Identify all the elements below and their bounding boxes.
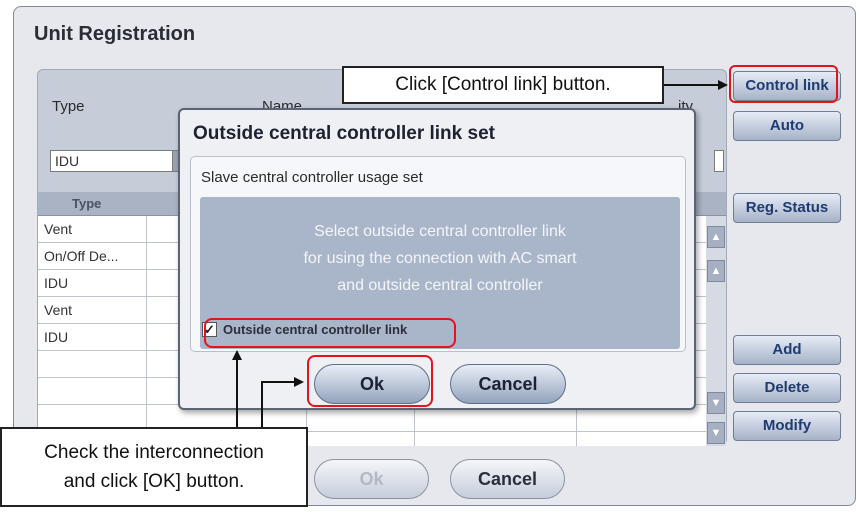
ok-button-highlight bbox=[307, 355, 433, 407]
control-link-callout: Click [Control link] button. bbox=[342, 66, 664, 104]
window-title: Unit Registration bbox=[34, 23, 196, 45]
auto-button[interactable]: Auto bbox=[733, 111, 841, 141]
ok-callout-line2: and click [OK] button. bbox=[63, 471, 245, 492]
link-set-dialog: Outside central controller link set Slav… bbox=[178, 108, 696, 410]
scroll-down-icon[interactable]: ▼ bbox=[707, 392, 725, 414]
capacity-field[interactable] bbox=[714, 150, 724, 172]
info-line: Select outside central controller link bbox=[314, 223, 566, 240]
main-cancel-button[interactable]: Cancel bbox=[450, 459, 565, 499]
row-type: Vent bbox=[44, 221, 73, 237]
reg-status-button[interactable]: Reg. Status bbox=[733, 193, 841, 223]
checkbox-highlight bbox=[204, 318, 456, 348]
ok-callout: Check the interconnection and click [OK]… bbox=[0, 427, 308, 507]
dialog-subtitle: Slave central controller usage set bbox=[201, 169, 423, 186]
column-divider bbox=[146, 216, 147, 446]
table-header-type: Type bbox=[72, 196, 102, 211]
ok-callout-line1: Check the interconnection bbox=[44, 442, 264, 463]
scroll-top-icon[interactable]: ▲ bbox=[707, 226, 725, 248]
type-column-label: Type bbox=[52, 98, 85, 115]
dialog-cancel-button[interactable]: Cancel bbox=[450, 364, 566, 404]
scroll-bottom-icon[interactable]: ▼ bbox=[707, 422, 725, 444]
row-type: Vent bbox=[44, 302, 73, 318]
modify-button[interactable]: Modify bbox=[733, 411, 841, 441]
delete-button[interactable]: Delete bbox=[733, 373, 841, 403]
add-button[interactable]: Add bbox=[733, 335, 841, 365]
row-type: On/Off De... bbox=[44, 248, 119, 264]
control-link-highlight bbox=[729, 65, 838, 103]
main-ok-button[interactable]: Ok bbox=[314, 459, 429, 499]
type-select[interactable]: IDU bbox=[50, 150, 175, 172]
row-type: IDU bbox=[44, 329, 69, 345]
scroll-up-icon[interactable]: ▲ bbox=[707, 260, 725, 282]
table-scrollbar[interactable]: ▲ ▲ ▼ ▼ bbox=[706, 216, 726, 446]
info-line: for using the connection with AC smart bbox=[303, 250, 577, 267]
row-type: IDU bbox=[44, 275, 69, 291]
info-line: and outside central controller bbox=[337, 277, 543, 294]
dialog-title: Outside central controller link set bbox=[193, 123, 495, 144]
